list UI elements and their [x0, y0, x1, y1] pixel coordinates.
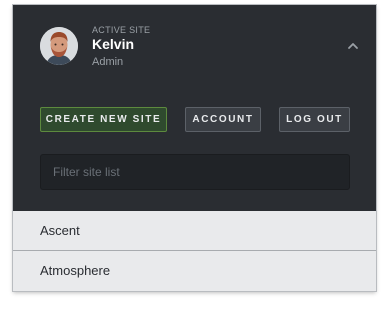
account-button[interactable]: ACCOUNT: [185, 107, 261, 132]
avatar: [40, 27, 78, 65]
active-site-name: Kelvin: [92, 36, 135, 52]
user-role: Admin: [92, 56, 124, 68]
site-list-item-ascent[interactable]: Ascent: [13, 211, 376, 251]
avatar-image: [40, 27, 78, 65]
active-site-header: ACTIVE SITE Kelvin Admin CREATE NEW SITE…: [13, 5, 376, 211]
log-out-button[interactable]: LOG OUT: [279, 107, 350, 132]
active-site-label: ACTIVE SITE: [92, 25, 151, 35]
create-new-site-button[interactable]: CREATE NEW SITE: [40, 107, 167, 132]
site-list-item-atmosphere[interactable]: Atmosphere: [13, 251, 376, 291]
chevron-up-icon[interactable]: [346, 39, 360, 53]
site-list: Ascent Atmosphere: [13, 211, 376, 291]
filter-site-list-input[interactable]: [40, 154, 350, 190]
site-switcher-panel: ACTIVE SITE Kelvin Admin CREATE NEW SITE…: [13, 5, 376, 291]
